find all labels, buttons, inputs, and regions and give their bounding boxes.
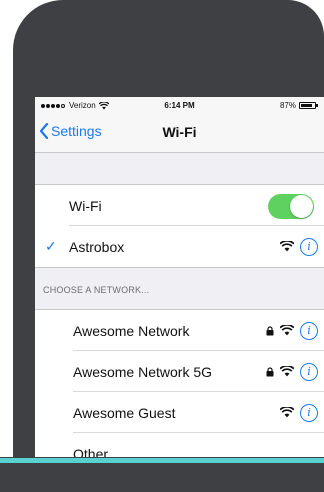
- info-icon[interactable]: i: [300, 362, 318, 381]
- info-icon[interactable]: i: [300, 237, 318, 256]
- wifi-icon: [280, 407, 294, 418]
- lock-icon: [266, 366, 274, 376]
- battery-icon: [299, 102, 318, 109]
- connected-network-icons: i: [280, 226, 318, 267]
- page-title: Wi-Fi: [162, 124, 197, 140]
- wifi-group: Wi-Fi ✓ Astrobox i: [35, 184, 324, 268]
- connected-network-row[interactable]: ✓ Astrobox i: [35, 226, 324, 267]
- network-name: Awesome Network: [73, 322, 190, 339]
- network-name: Awesome Guest: [73, 404, 176, 421]
- network-row[interactable]: Awesome Guest i: [35, 392, 324, 433]
- phone-screen: Verizon 6:14 PM 87% Settings Wi-Fi Wi-Fi…: [35, 97, 324, 457]
- other-network-row[interactable]: Other...: [35, 433, 324, 457]
- network-icons: i: [266, 310, 318, 351]
- lock-icon: [266, 325, 274, 335]
- network-name: Awesome Network 5G: [73, 363, 213, 380]
- status-right: 87%: [279, 101, 318, 110]
- status-bar: Verizon 6:14 PM 87%: [35, 97, 324, 113]
- networks-list: Awesome Network i Awesome Network 5G i A…: [35, 309, 324, 457]
- toggle-knob: [290, 195, 313, 218]
- wifi-icon: [280, 325, 294, 336]
- section-header: CHOOSE A NETWORK...: [43, 285, 150, 295]
- other-network-label: Other...: [73, 445, 119, 458]
- accent-line: [0, 458, 324, 463]
- wifi-toggle-row: Wi-Fi: [35, 185, 324, 226]
- info-icon[interactable]: i: [300, 321, 318, 340]
- wifi-toggle[interactable]: [268, 194, 314, 219]
- wifi-icon: [280, 241, 294, 252]
- network-row[interactable]: Awesome Network 5G i: [35, 351, 324, 392]
- network-icons: i: [280, 392, 318, 433]
- checkmark-icon: ✓: [45, 238, 57, 254]
- network-icons: i: [266, 351, 318, 392]
- info-icon[interactable]: i: [300, 403, 318, 422]
- battery-percent: 87%: [279, 101, 296, 110]
- wifi-label: Wi-Fi: [69, 197, 102, 214]
- battery-fill: [301, 104, 313, 107]
- network-row[interactable]: Awesome Network i: [35, 310, 324, 351]
- navigation-bar: Settings Wi-Fi: [35, 113, 324, 153]
- wifi-icon: [280, 366, 294, 377]
